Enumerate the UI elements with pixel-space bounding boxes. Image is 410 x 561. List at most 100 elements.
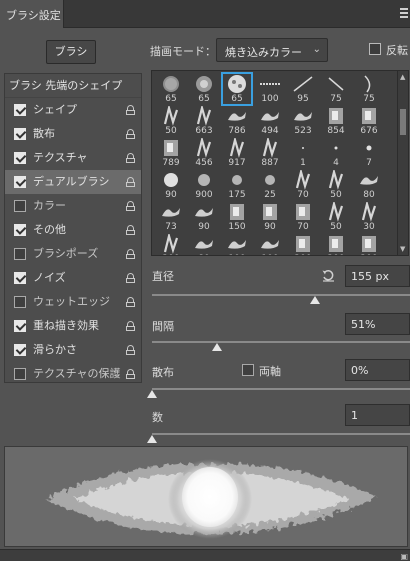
brush-tip-tile[interactable]: 4 xyxy=(321,137,351,169)
both-axes-checkbox[interactable] xyxy=(242,364,254,376)
brush-tip-tile[interactable]: 494 xyxy=(255,105,285,137)
blend-mode-select[interactable]: 焼き込みカラー ⌄ xyxy=(216,38,328,62)
option-checkbox[interactable] xyxy=(14,176,26,188)
brush-presets-button[interactable]: ブラシ xyxy=(46,40,96,64)
spacing-field[interactable]: 51% xyxy=(345,313,410,335)
brush-tip-tile[interactable]: 887 xyxy=(255,135,285,169)
brush-tip-tile[interactable]: 65 xyxy=(156,73,186,105)
brush-tip-tile[interactable]: 90 xyxy=(189,201,219,233)
option-checkbox[interactable] xyxy=(14,200,26,212)
brush-tip-tile[interactable]: 80 xyxy=(189,233,219,255)
option-item[interactable]: デュアルブラシ xyxy=(5,170,141,194)
brush-tip-tile[interactable]: 200 xyxy=(288,233,318,255)
brush-tip-tile[interactable]: 175 xyxy=(222,169,252,201)
option-item[interactable]: ブラシポーズ xyxy=(5,242,141,266)
option-checkbox[interactable] xyxy=(14,104,26,116)
diameter-slider-handle[interactable] xyxy=(309,296,320,304)
option-checkbox[interactable] xyxy=(14,344,26,356)
reset-size-icon[interactable] xyxy=(322,269,335,282)
option-item[interactable]: ノイズ xyxy=(5,266,141,290)
brush-tip-shape-item[interactable]: ブラシ 先端のシェイプ xyxy=(5,74,141,98)
option-item[interactable]: その他 xyxy=(5,218,141,242)
brush-tip-tile[interactable]: 917 xyxy=(222,135,252,169)
brush-tip-tile[interactable]: 50 xyxy=(321,167,351,201)
scroll-down-icon[interactable]: ▼ xyxy=(400,245,405,253)
panel-menu-icon[interactable] xyxy=(400,8,408,20)
brush-tip-tile[interactable]: 100 xyxy=(255,233,285,255)
lock-icon[interactable] xyxy=(126,177,135,187)
lock-icon[interactable] xyxy=(126,321,135,331)
option-item[interactable]: 散布 xyxy=(5,122,141,146)
lock-icon[interactable] xyxy=(126,153,135,163)
option-item[interactable]: シェイプ xyxy=(5,98,141,122)
tab-brush-settings[interactable]: ブラシ設定 xyxy=(0,0,64,28)
brush-tip-tile[interactable]: 70 xyxy=(288,167,318,201)
option-item[interactable]: 滑らかさ xyxy=(5,338,141,362)
brush-tip-tile[interactable]: 50 xyxy=(321,199,351,233)
invert-checkbox[interactable] xyxy=(369,43,381,55)
brush-tip-tile[interactable]: 75 xyxy=(354,73,384,105)
brush-tip-tile[interactable]: 80 xyxy=(354,169,384,201)
brush-tip-tile[interactable]: 523 xyxy=(288,105,318,137)
diameter-slider[interactable] xyxy=(152,294,410,296)
brush-tip-tile[interactable]: 50 xyxy=(156,103,186,137)
scatter-slider[interactable] xyxy=(152,388,410,390)
option-item[interactable]: ウェットエッジ xyxy=(5,290,141,314)
option-item[interactable]: テクスチャの保護 xyxy=(5,362,141,386)
option-checkbox[interactable] xyxy=(14,320,26,332)
lock-icon[interactable] xyxy=(126,201,135,211)
option-checkbox[interactable] xyxy=(14,128,26,140)
lock-icon[interactable] xyxy=(126,105,135,115)
option-checkbox[interactable] xyxy=(14,272,26,284)
option-item[interactable]: テクスチャ xyxy=(5,146,141,170)
option-item[interactable]: 重ね描き効果 xyxy=(5,314,141,338)
brush-tip-tile[interactable]: 200 xyxy=(156,231,186,255)
brush-tip-tile[interactable]: 1 xyxy=(288,137,318,169)
option-checkbox[interactable] xyxy=(14,248,26,260)
brush-tip-tile[interactable]: 676 xyxy=(354,105,384,137)
scroll-thumb[interactable] xyxy=(400,109,406,135)
scatter-slider-handle[interactable] xyxy=(147,390,157,398)
brush-grid-scrollbar[interactable]: ▲ ▼ xyxy=(397,71,408,255)
brush-tip-tile[interactable]: 786 xyxy=(222,105,252,137)
diameter-field[interactable]: 155 px xyxy=(345,265,410,287)
option-checkbox[interactable] xyxy=(14,224,26,236)
brush-tip-tile[interactable]: 200 xyxy=(354,233,384,255)
create-brush-icon[interactable]: ▣ xyxy=(400,552,408,561)
brush-tip-tile[interactable]: 663 xyxy=(189,103,219,137)
option-checkbox[interactable] xyxy=(14,368,26,380)
brush-tip-tile[interactable]: 100 xyxy=(255,73,285,105)
brush-tip-tile[interactable]: 90 xyxy=(156,169,186,201)
scatter-field[interactable]: 0% xyxy=(345,359,410,381)
lock-icon[interactable] xyxy=(126,129,135,139)
brush-tip-tile[interactable]: 75 xyxy=(321,73,351,105)
option-item[interactable]: カラー xyxy=(5,194,141,218)
brush-tip-tile[interactable]: 100 xyxy=(222,233,252,255)
lock-icon[interactable] xyxy=(126,297,135,307)
brush-tip-tile[interactable]: 7 xyxy=(354,137,384,169)
brush-tip-tile[interactable]: 30 xyxy=(354,199,384,233)
brush-tip-tile[interactable]: 789 xyxy=(156,137,186,169)
brush-tip-tile[interactable]: 90 xyxy=(255,201,285,233)
brush-tip-tile[interactable]: 70 xyxy=(288,201,318,233)
brush-tip-tile[interactable]: 456 xyxy=(189,135,219,169)
lock-icon[interactable] xyxy=(126,345,135,355)
spacing-slider-handle[interactable] xyxy=(211,343,222,351)
lock-icon[interactable] xyxy=(126,369,135,379)
lock-icon[interactable] xyxy=(126,273,135,283)
lock-icon[interactable] xyxy=(126,225,135,235)
brush-tip-tile[interactable]: 150 xyxy=(222,201,252,233)
brush-tip-tile[interactable]: 854 xyxy=(321,105,351,137)
option-checkbox[interactable] xyxy=(14,296,26,308)
brush-tip-tile[interactable]: 900 xyxy=(189,169,219,201)
brush-tip-tile[interactable]: 25 xyxy=(255,169,285,201)
spacing-slider[interactable] xyxy=(152,341,410,343)
brush-tip-tile[interactable]: 200 xyxy=(321,233,351,255)
option-checkbox[interactable] xyxy=(14,152,26,164)
count-slider[interactable] xyxy=(152,433,410,435)
brush-tip-tile[interactable]: 65 xyxy=(189,73,219,105)
brush-tip-tile[interactable]: 95 xyxy=(288,73,318,105)
count-field[interactable]: 1 xyxy=(345,404,410,426)
brush-tip-tile[interactable]: 73 xyxy=(156,201,186,233)
scroll-up-icon[interactable]: ▲ xyxy=(400,73,405,81)
